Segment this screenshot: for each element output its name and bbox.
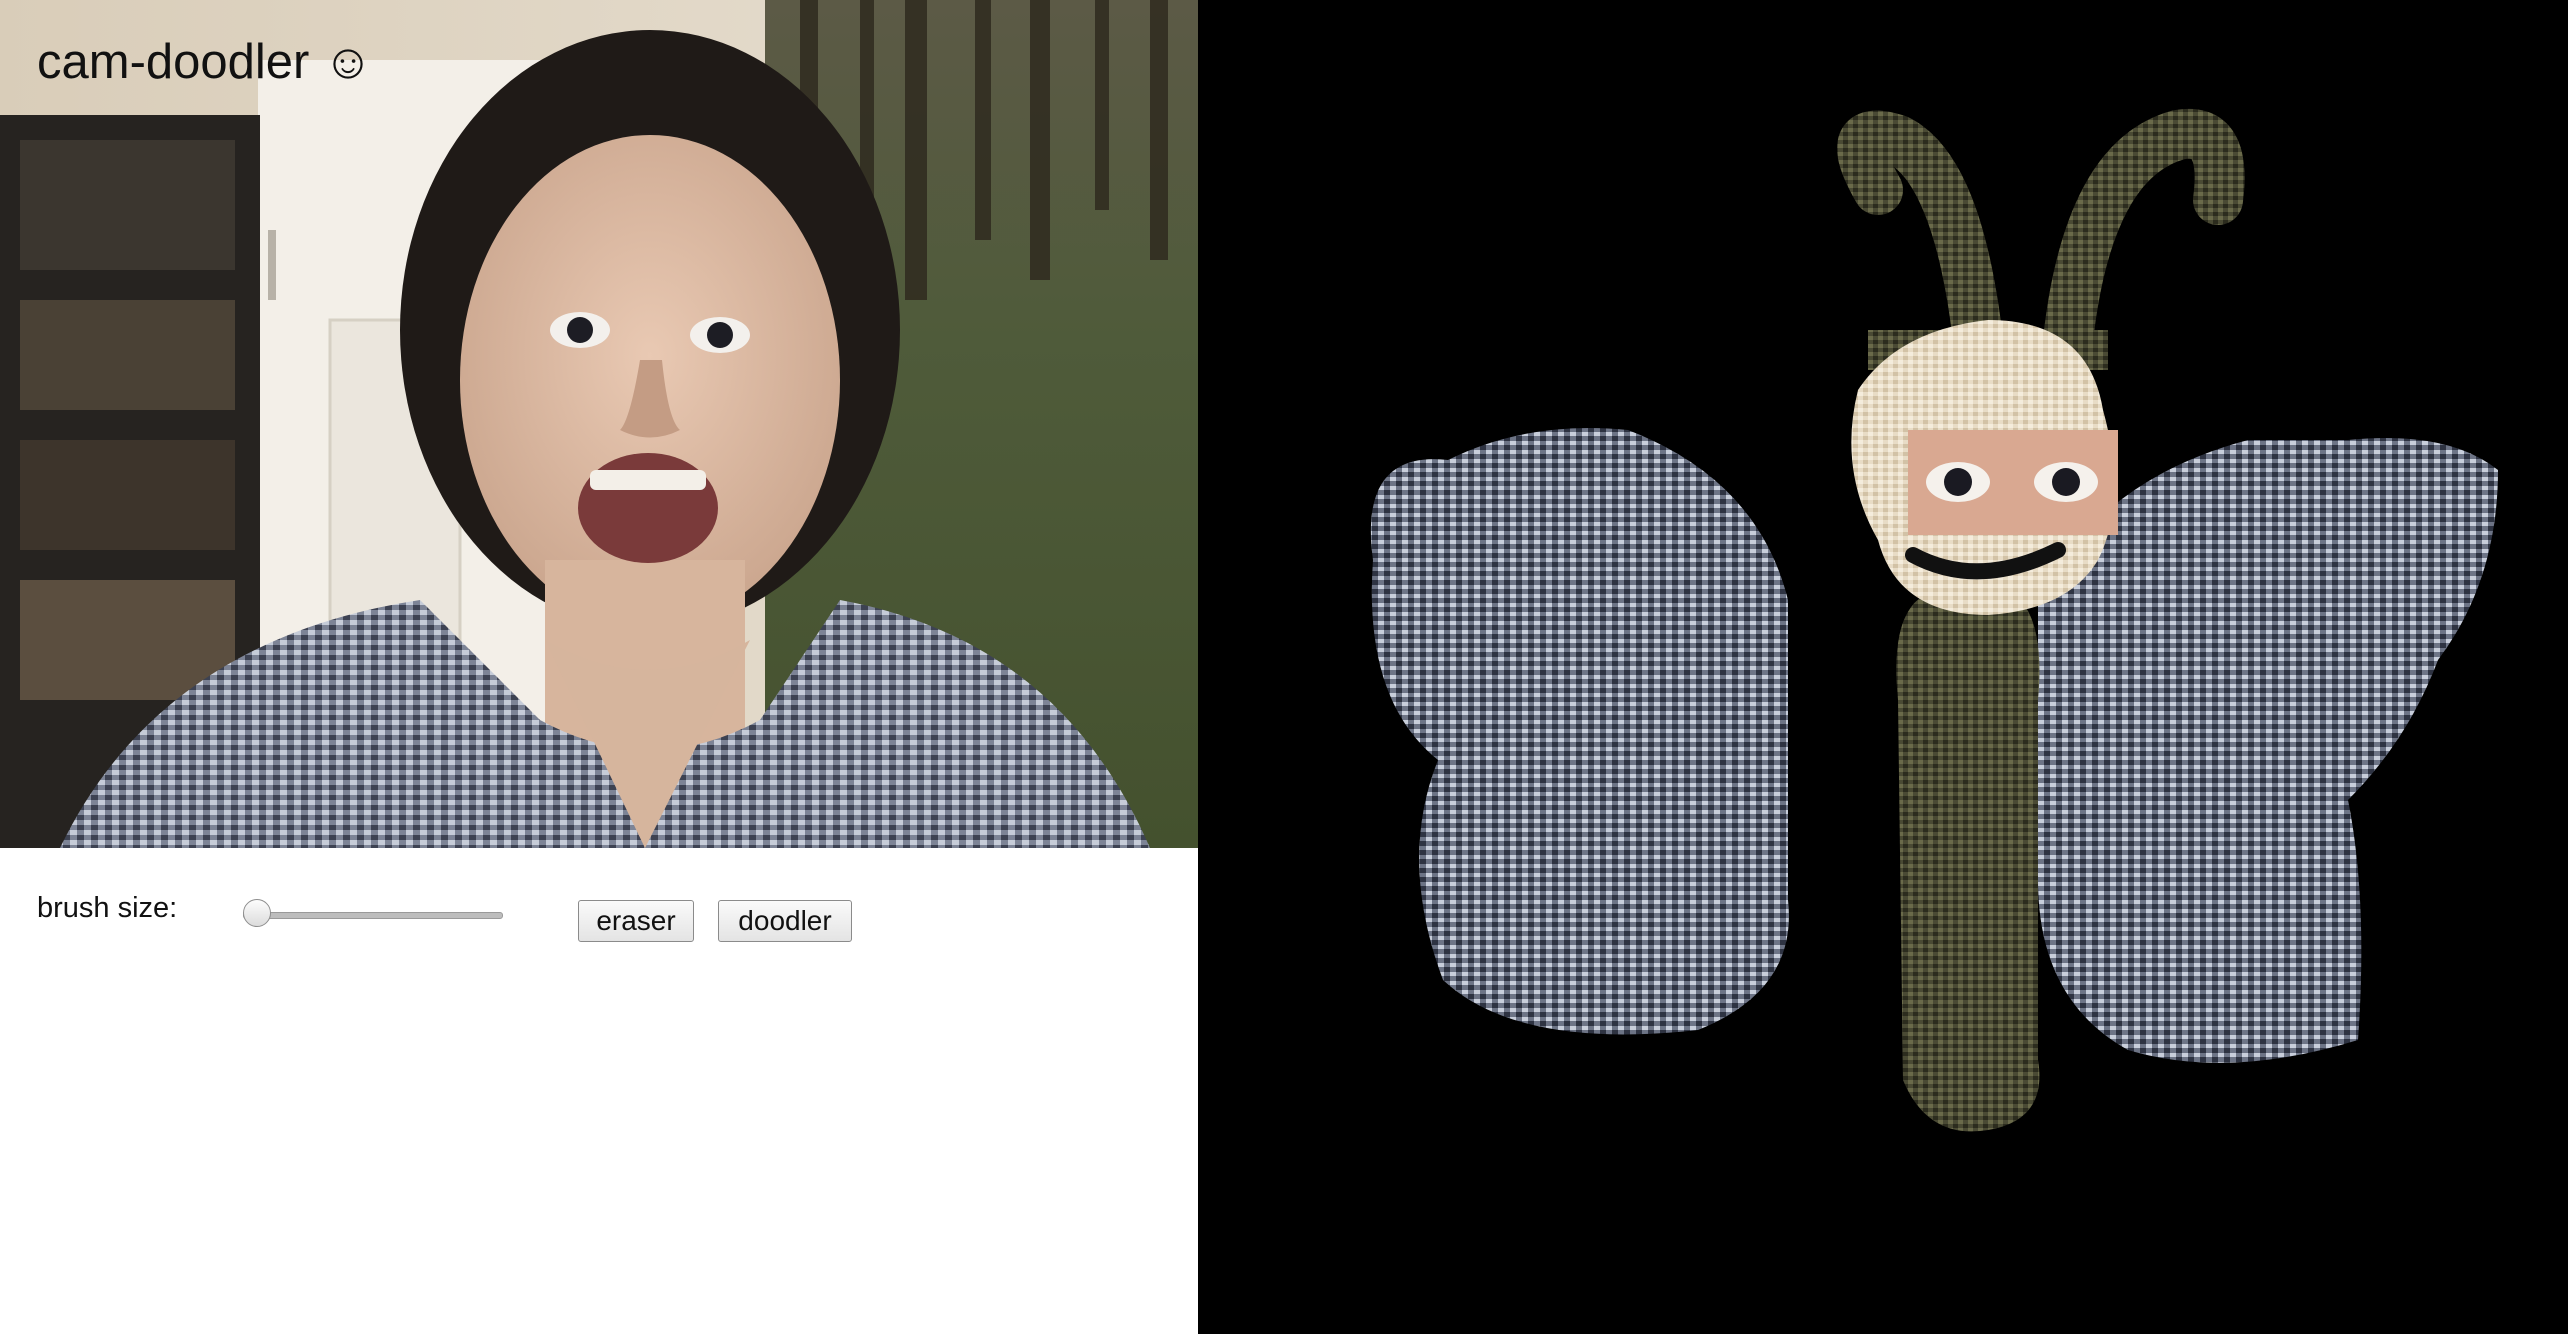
webcam-image	[0, 0, 1198, 848]
left-panel: cam-doodler ☺ brush size: eraser doodler	[0, 0, 1198, 1334]
butterfly-doodle	[1370, 108, 2498, 1132]
slider-thumb[interactable]	[243, 899, 271, 927]
doodler-button[interactable]: doodler	[718, 900, 852, 942]
brush-size-label: brush size:	[37, 892, 178, 924]
app-title: cam-doodler ☺	[37, 35, 373, 89]
webcam-feed: cam-doodler ☺	[0, 0, 1198, 848]
slider-track[interactable]	[243, 912, 503, 919]
controls-bar: brush size: eraser doodler	[0, 848, 1198, 948]
eraser-button[interactable]: eraser	[578, 900, 694, 942]
doodle-canvas[interactable]	[1198, 0, 2568, 1334]
brush-size-slider[interactable]	[243, 899, 503, 927]
